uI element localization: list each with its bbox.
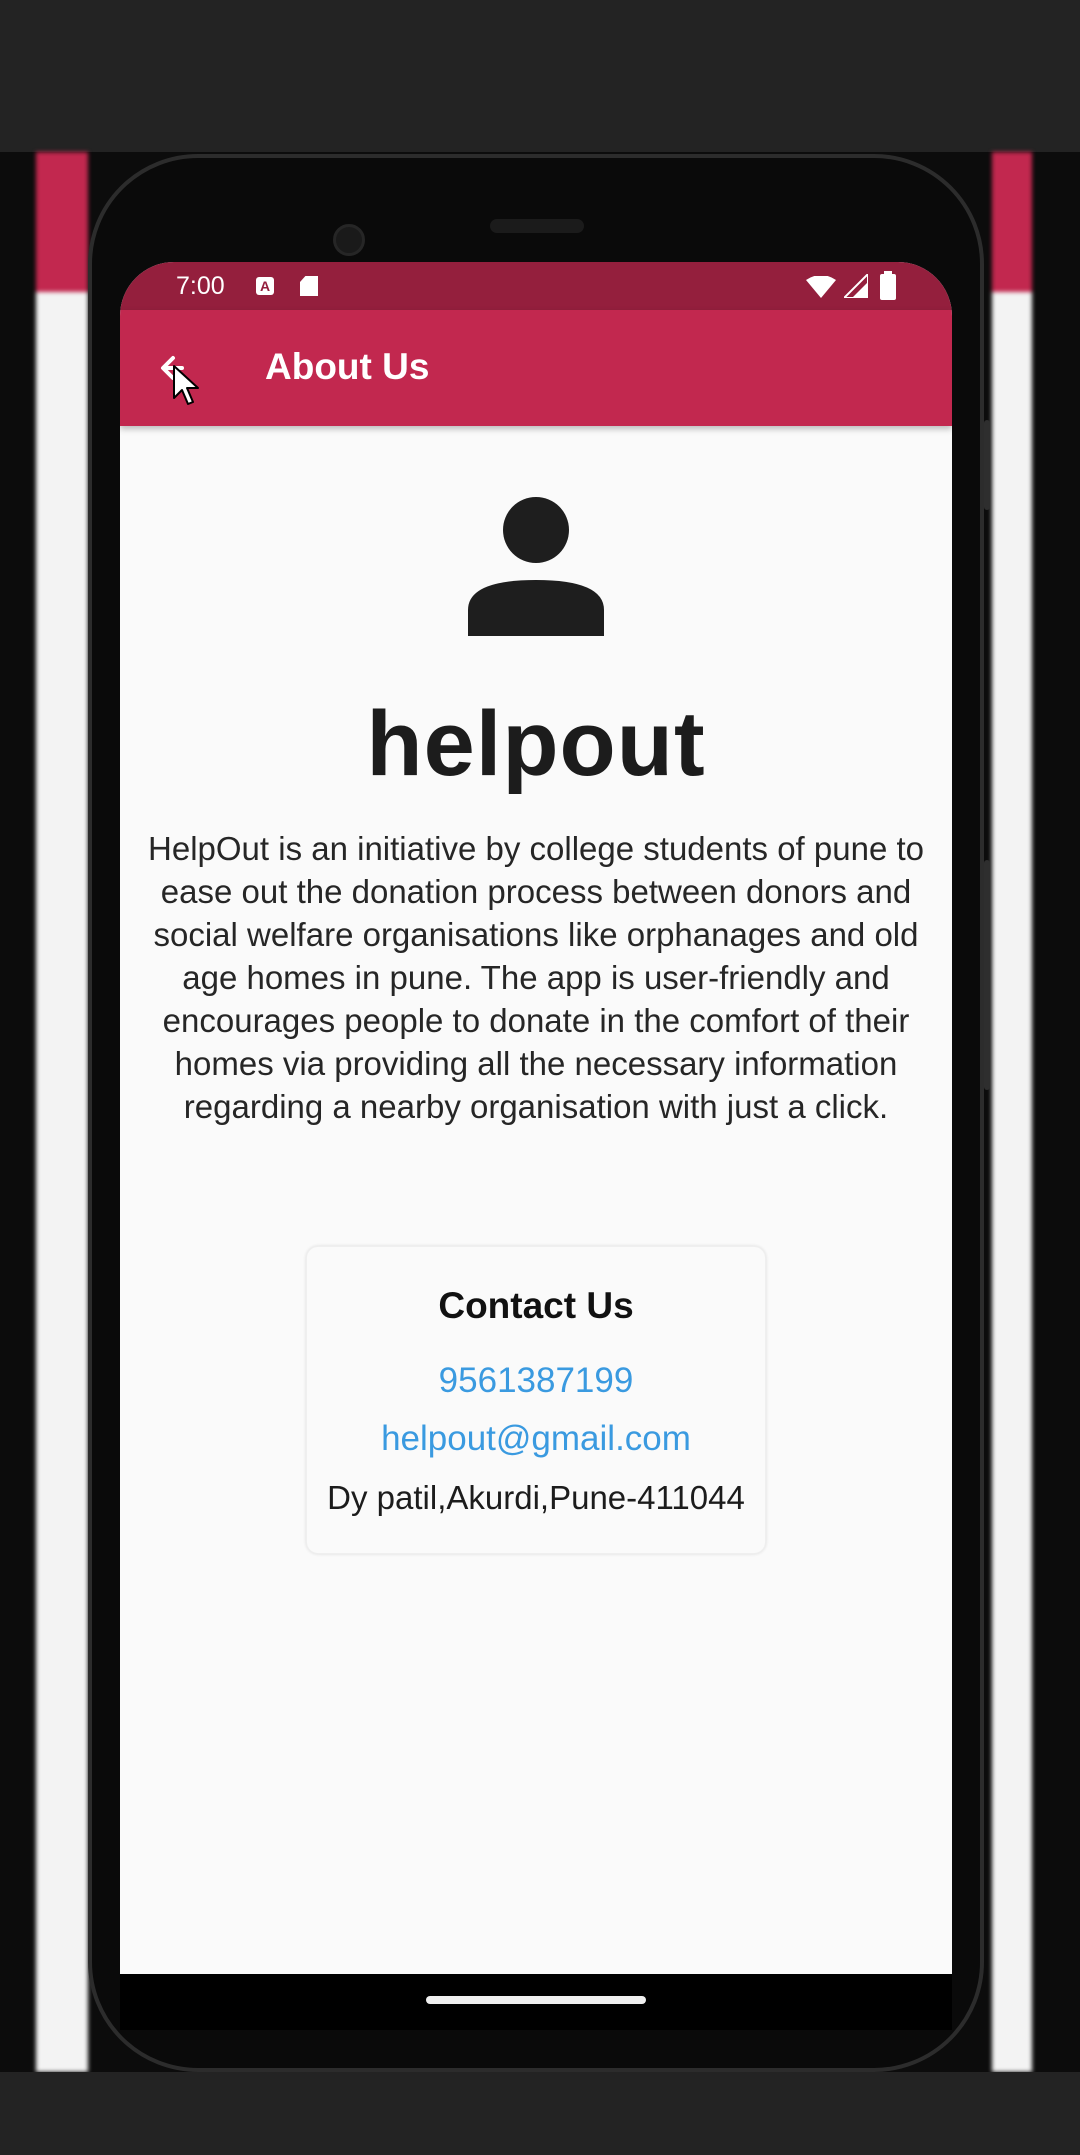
contact-email-link[interactable]: helpout@gmail.com [307, 1419, 765, 1459]
background-blur-left [36, 152, 88, 2072]
mouse-cursor-icon [173, 365, 199, 405]
battery-icon [880, 271, 896, 300]
earpiece-speaker [490, 219, 584, 233]
signal-icon [844, 274, 868, 298]
phone-side-button [984, 420, 990, 510]
bottom-band [0, 2072, 1080, 2155]
background-blur-right [992, 152, 1032, 2072]
page-title: About Us [265, 346, 430, 387]
contact-address: Dy patil,Akurdi,Pune-411044 [327, 1479, 745, 1516]
brand-name: helpout [366, 693, 706, 795]
home-gesture-handle[interactable] [426, 1996, 646, 2004]
phone-volume-button [984, 860, 990, 1090]
status-bar: 7:00 A [120, 262, 952, 310]
person-icon [468, 497, 604, 636]
app-screen: 7:00 A About Us helpout HelpOut is an in… [120, 262, 952, 1974]
contact-card: Contact Us 9561387199 helpout@gmail.com … [306, 1246, 766, 1554]
contact-phone-link[interactable]: 9561387199 [307, 1361, 765, 1401]
status-time: 7:00 [176, 272, 225, 300]
front-camera [333, 224, 365, 256]
navigation-bar [120, 1974, 952, 2030]
a-notification-icon: A [256, 277, 274, 295]
wifi-icon [806, 276, 836, 298]
contact-title: Contact Us [438, 1285, 634, 1326]
sd-card-icon [300, 276, 318, 296]
about-description: HelpOut is an initiative by college stud… [148, 830, 924, 1125]
app-bar: About Us [120, 310, 952, 426]
